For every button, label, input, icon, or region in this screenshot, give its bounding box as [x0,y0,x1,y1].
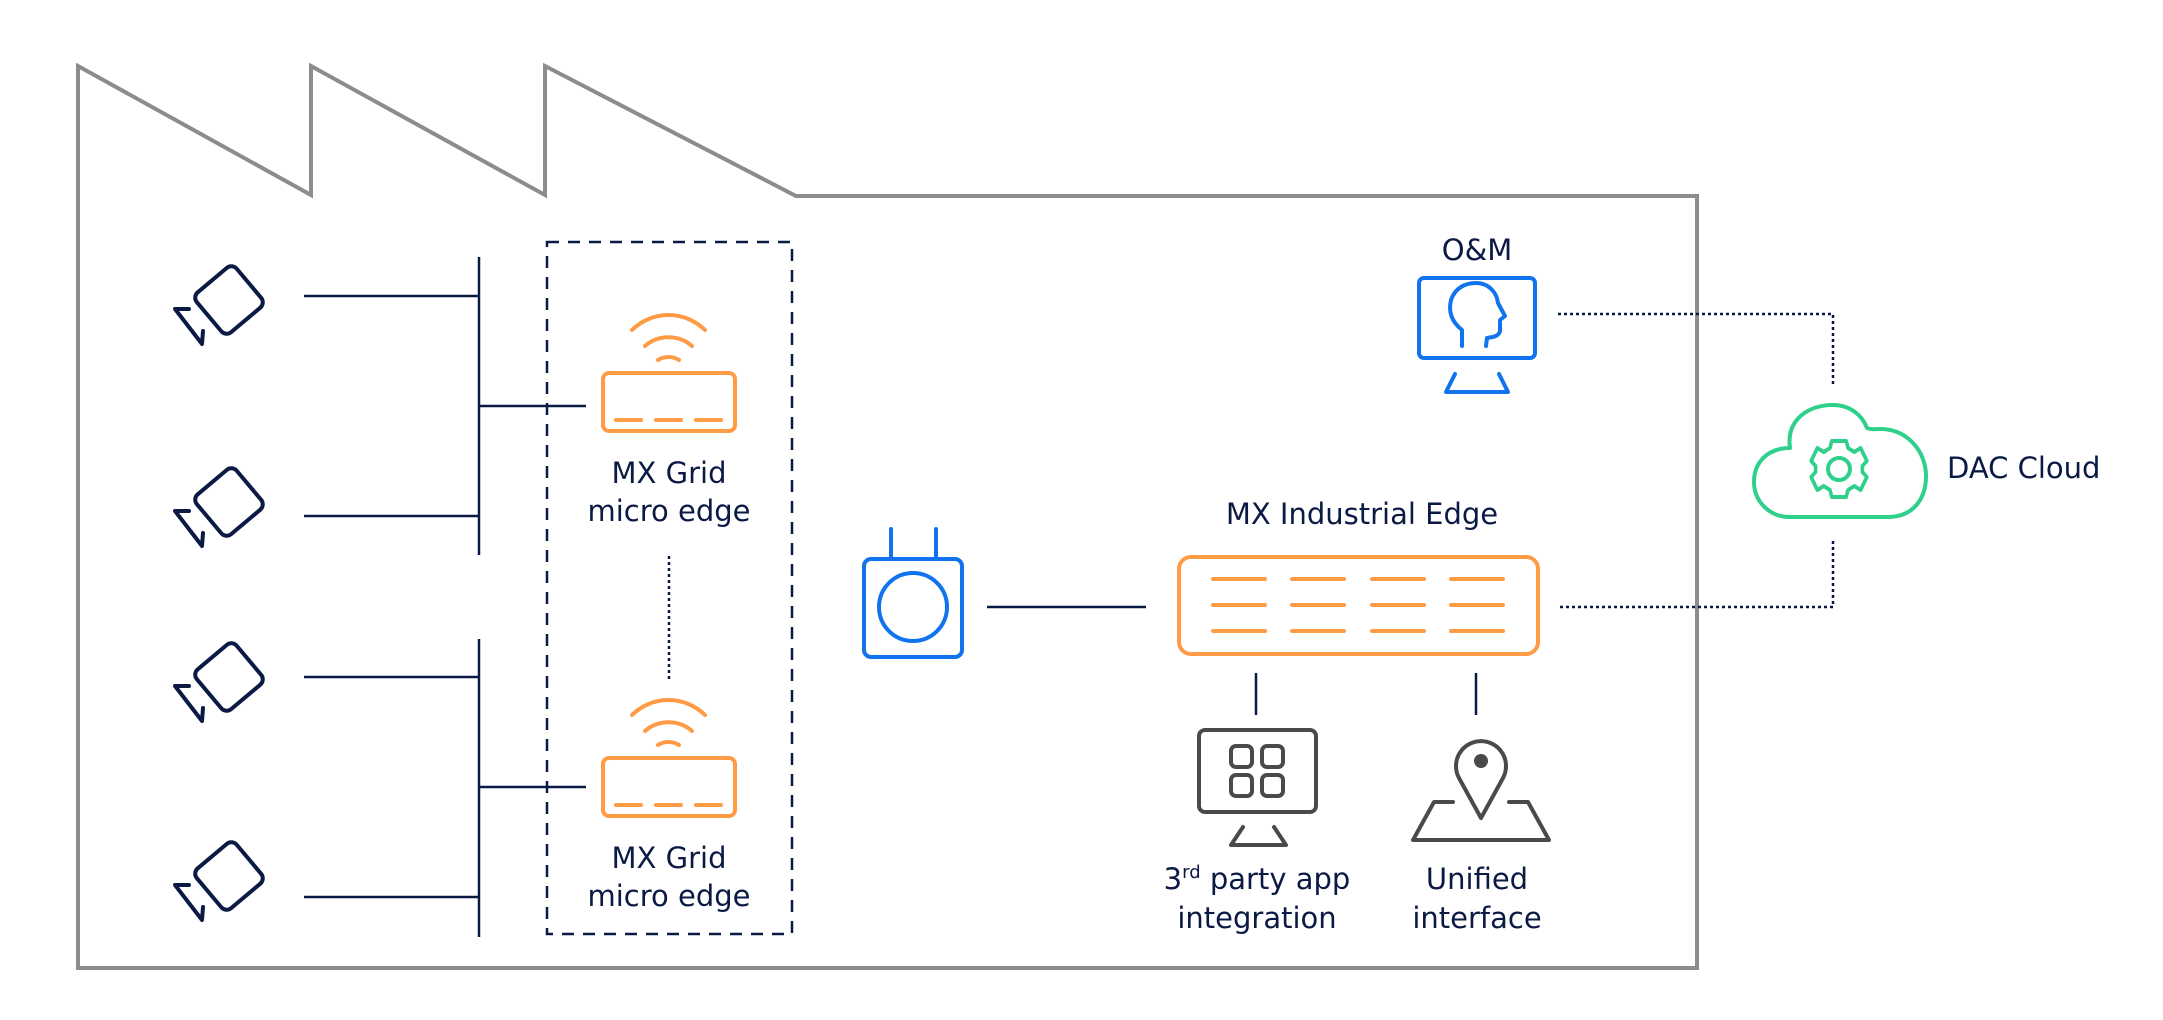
cloud-gear-icon [1752,403,1928,519]
map-pin-icon [1411,739,1551,842]
om-monitor-person-icon [1417,276,1537,394]
camera-icon [173,641,265,723]
camera-icon [173,264,265,346]
access-point-icon [862,527,964,659]
factory-network-diagram: MX Grid micro edge MX Grid micro edge MX… [76,62,2100,970]
camera-icon [173,840,265,922]
industrial-edge-server-icon [1177,555,1540,656]
micro-edge-1-label-line2: micro edge [588,494,751,528]
unified-label-line1: Unified [1426,862,1528,896]
micro-edge-2-label-line2: micro edge [588,879,751,913]
micro-edge-1-label-line1: MX Grid [612,456,727,490]
micro-edge-1: MX Grid micro edge [588,313,751,528]
camera-icon [173,466,265,548]
om-label: O&M [1442,233,1512,267]
apps-label-line1: 3rd party app [1164,862,1351,896]
industrial-edge-label: MX Industrial Edge [1226,497,1498,531]
micro-edge-2: MX Grid micro edge [588,698,751,913]
wifi-icon [630,698,707,747]
router-icon [601,371,737,433]
wifi-icon [630,313,707,362]
router-icon [601,756,737,818]
micro-edge-2-label-line1: MX Grid [612,841,727,875]
unified-label-line2: interface [1412,901,1541,935]
cloud-label: DAC Cloud [1947,451,2100,485]
app-grid-monitor-icon [1197,728,1318,847]
apps-label-line2: integration [1177,901,1336,935]
